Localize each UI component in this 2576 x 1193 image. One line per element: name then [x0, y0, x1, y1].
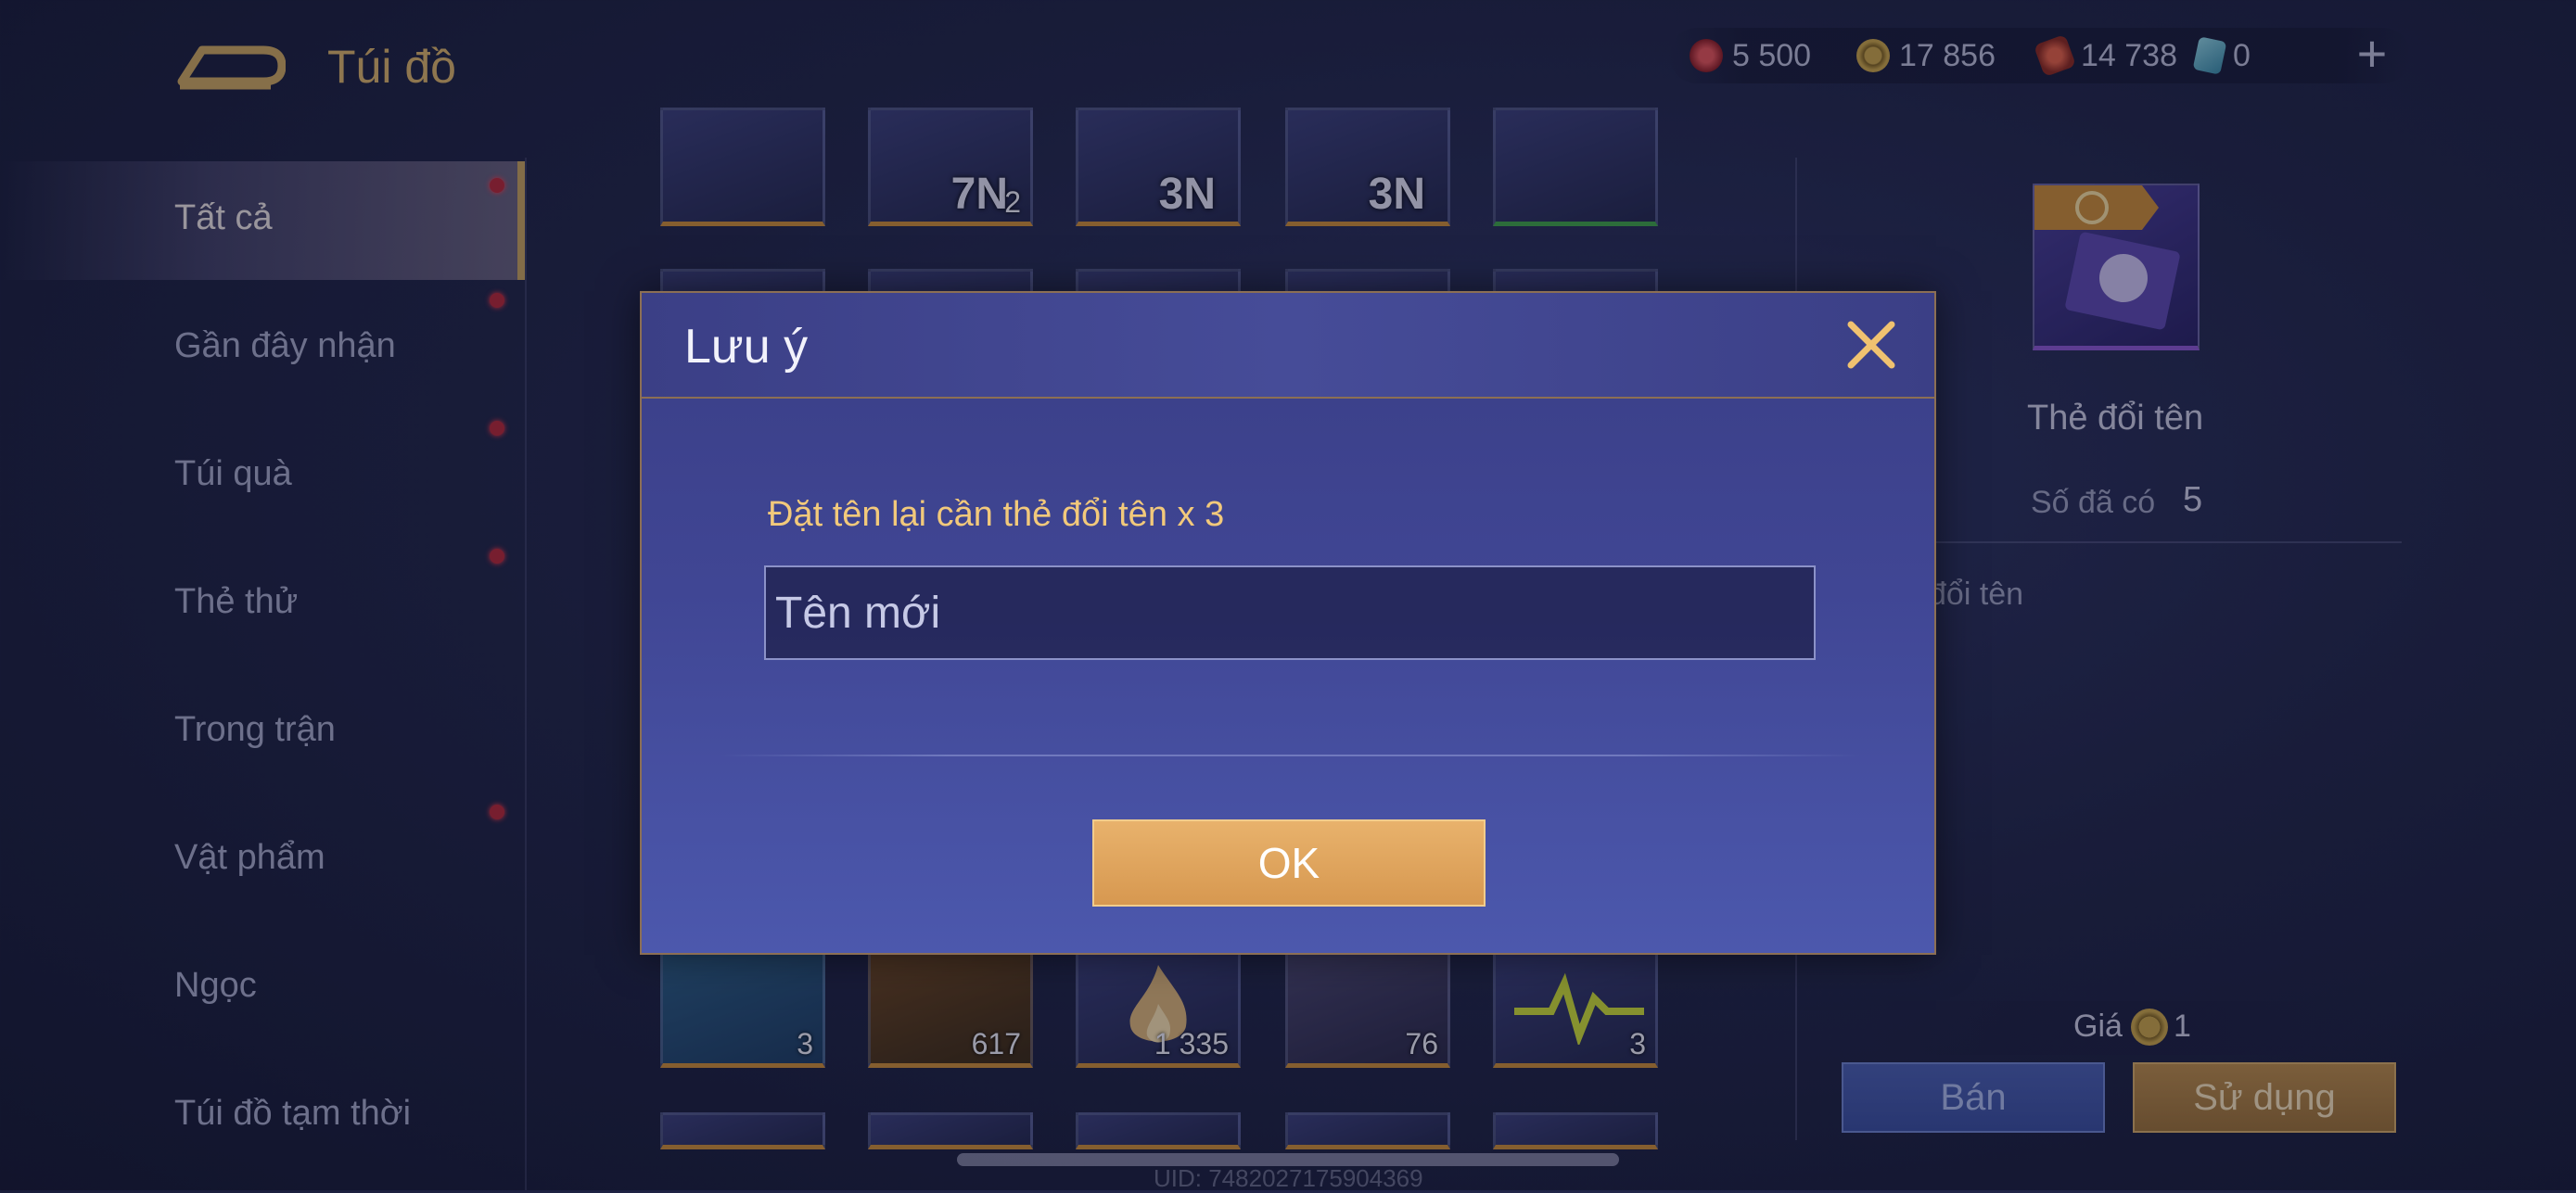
rename-dialog: Lưu ý Đặt tên lại cần thẻ đổi tên x 3 OK — [640, 291, 1936, 955]
ok-button[interactable]: OK — [1092, 819, 1486, 907]
dialog-title: Lưu ý — [684, 320, 809, 374]
dialog-header: Lưu ý — [642, 293, 1934, 399]
close-icon[interactable] — [1843, 317, 1899, 373]
new-name-input[interactable] — [764, 565, 1816, 660]
dialog-message: Đặt tên lại cần thẻ đổi tên x 3 — [768, 495, 1225, 534]
dialog-divider — [720, 755, 1860, 756]
